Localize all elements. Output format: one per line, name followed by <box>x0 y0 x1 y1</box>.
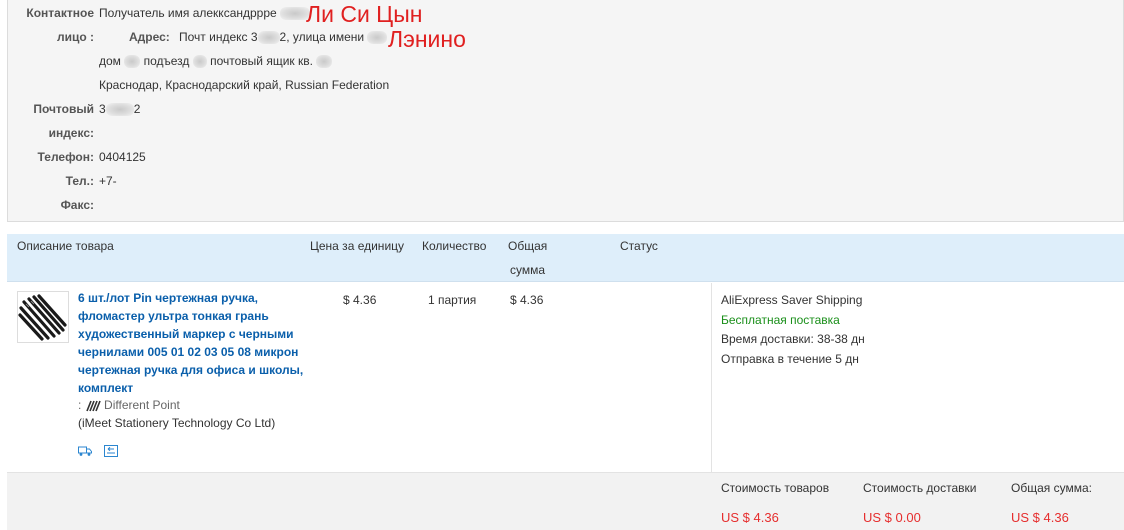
product-attribute: : Different Point <box>78 398 180 412</box>
postal-end: 2 <box>133 102 141 116</box>
redacted-blur <box>367 31 388 45</box>
attr-value: Different Point <box>104 398 180 412</box>
item-total: $ 4.36 <box>510 293 544 307</box>
delivery-time-value: 38-38 дн <box>817 332 865 346</box>
goods-cost-label: Стоимость товаров <box>721 481 830 495</box>
order-table-header: Описание товара Цена за единицу Количест… <box>7 234 1124 282</box>
redacted-blur <box>105 103 134 117</box>
seller-name[interactable]: (iMeet Stationery Technology Co Ltd) <box>78 416 275 430</box>
col-total-cont: сумма <box>510 263 546 277</box>
redacted-blur <box>316 55 333 69</box>
shipping-cost-value: US $ 0.00 <box>863 510 921 525</box>
address-label: Адрес: <box>129 30 170 44</box>
redacted-blur <box>124 55 141 69</box>
contact-person-label-cont: лицо : <box>56 30 94 44</box>
col-status: Статус <box>620 239 658 253</box>
delivery-time: Время доставки: 38-38 дн <box>721 332 865 346</box>
address-line-3: Краснодар, Краснодарский край, Russian F… <box>99 78 390 92</box>
postal-code-label: Почтовый <box>33 102 94 116</box>
recipient-name: Получатель имя алекксандрppe <box>99 6 311 21</box>
handwritten-name-note: Ли Си Цын <box>306 1 423 27</box>
redacted-blur <box>192 55 207 69</box>
address-line-1: Почт индекс 3 2, улица имени <box>179 30 388 45</box>
contact-info-panel: Контактное лицо : Получатель имя алеккса… <box>7 0 1124 222</box>
tel-label: Тел.: <box>65 174 94 188</box>
shipping-cost-label: Стоимость доставки <box>863 481 977 495</box>
goods-cost-value: US $ 4.36 <box>721 510 779 525</box>
phone-value: 0404125 <box>99 150 146 164</box>
dispatch-value: 5 дн <box>835 352 859 366</box>
address-house: дом <box>99 54 121 68</box>
tel-value: +7- <box>99 174 117 188</box>
contact-person-label: Контактное <box>26 6 94 20</box>
postal-code-value: 32 <box>99 102 141 117</box>
postal-start: 3 <box>99 102 106 116</box>
pens-image-icon <box>18 294 67 341</box>
total-sum-label: Общая сумма: <box>1011 481 1092 495</box>
pen-tips-icon <box>85 400 101 412</box>
shipping-method: AliExpress Saver Shipping <box>721 293 863 307</box>
recipient-text: Получатель имя алекксандрppe <box>99 6 277 20</box>
delivery-truck-icon[interactable] <box>78 445 92 457</box>
free-shipping-label: Бесплатная поставка <box>721 313 840 327</box>
item-quantity: 1 партия <box>428 293 477 307</box>
product-thumbnail[interactable] <box>17 291 69 343</box>
redacted-blur <box>257 31 280 45</box>
column-divider <box>711 283 712 472</box>
dispatch-time: Отправка в течение 5 дн <box>721 352 859 366</box>
address-line-2: дом подъезд почтовый ящик кв. <box>99 54 333 69</box>
order-totals-footer: Стоимость товаров Стоимость доставки Общ… <box>7 472 1124 530</box>
col-description: Описание товара <box>17 239 114 253</box>
attr-prefix: : <box>78 398 82 412</box>
total-sum-value: US $ 4.36 <box>1011 510 1069 525</box>
delivery-time-label: Время доставки: <box>721 332 814 346</box>
address-index-start: Почт индекс 3 <box>179 30 258 44</box>
address-postbox: почтовый ящик кв. <box>210 54 313 68</box>
handwritten-street-note: Лэнино <box>388 26 466 52</box>
col-total: Общая <box>508 239 548 253</box>
postal-code-label-cont: индекс: <box>48 126 94 140</box>
product-title-link[interactable]: 6 шт./лот Pin чертежная ручка, фломастер… <box>78 289 306 397</box>
address-street-prefix: 2, улица имени <box>279 30 365 44</box>
col-quantity: Количество <box>422 239 487 253</box>
item-unit-price: $ 4.36 <box>343 293 377 307</box>
col-unit-price: Цена за единицу <box>310 239 405 253</box>
dispatch-label: Отправка в течение <box>721 352 832 366</box>
phone-label: Телефон: <box>37 150 94 164</box>
return-arrow-icon[interactable] <box>104 445 118 457</box>
address-entrance: подъезд <box>143 54 190 68</box>
fax-label: Факс: <box>60 198 94 212</box>
order-item-row: 6 шт./лот Pin чертежная ручка, фломастер… <box>7 283 1124 472</box>
